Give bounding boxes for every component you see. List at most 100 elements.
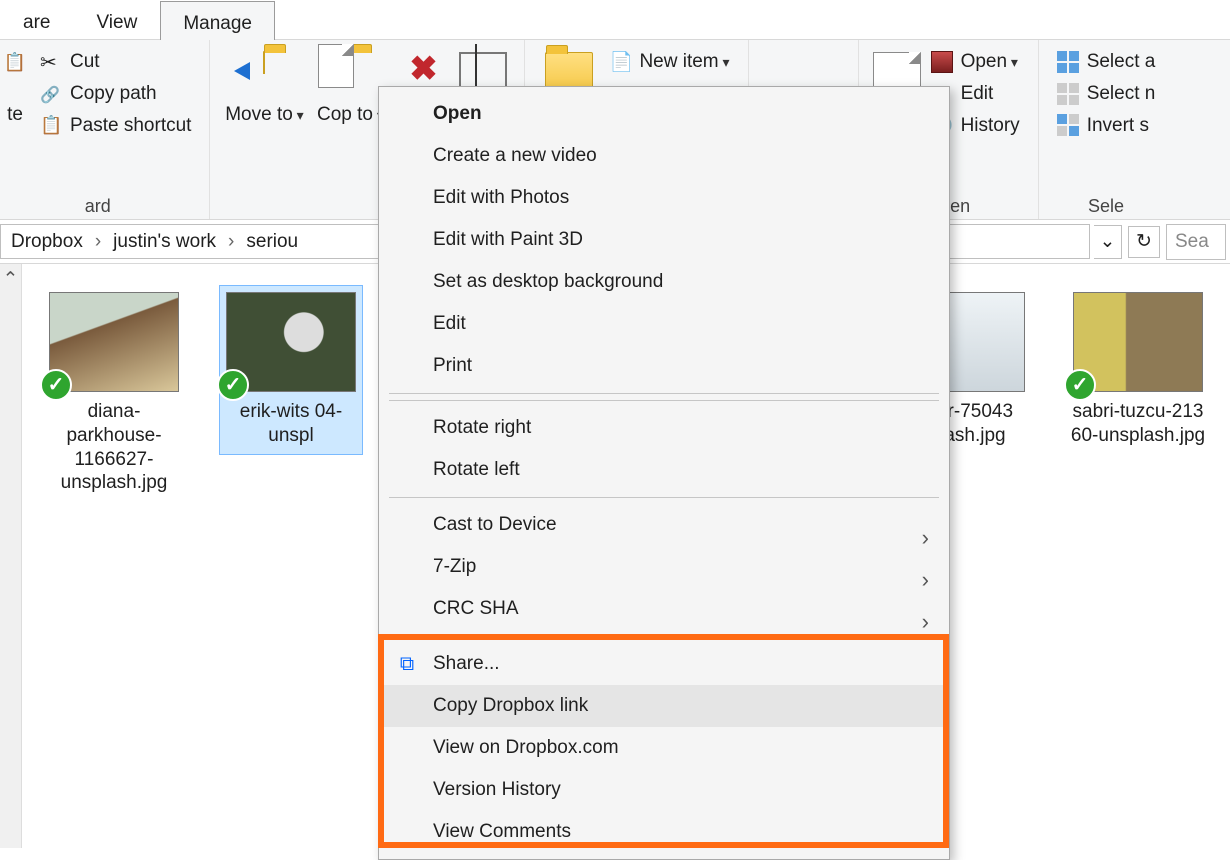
tab-label: are bbox=[23, 12, 50, 34]
sync-ok-icon: ✓ bbox=[217, 369, 249, 401]
ctx-version-history[interactable]: Version History bbox=[379, 769, 949, 811]
clipboard-icon bbox=[0, 52, 39, 100]
ctx-rotate-left[interactable]: Rotate left bbox=[379, 449, 949, 491]
ctx-rotate-right[interactable]: Rotate right bbox=[379, 407, 949, 449]
tab-strip: are View Manage bbox=[0, 0, 1230, 40]
address-history-dropdown[interactable]: ⌄ bbox=[1094, 225, 1122, 259]
select-none-button[interactable]: Select n bbox=[1053, 80, 1160, 108]
invert-icon bbox=[1057, 114, 1079, 136]
search-input[interactable]: Sea bbox=[1166, 224, 1226, 260]
ctx-label: Edit with Photos bbox=[433, 187, 569, 209]
move-to-label: Move to bbox=[225, 104, 304, 126]
ctx-copy-dropbox-link[interactable]: Copy Dropbox link bbox=[379, 685, 949, 727]
open-label: Open bbox=[961, 50, 1018, 74]
file-item[interactable]: ✓ sabri-tuzcu-213 60-unsplash.jpg bbox=[1070, 292, 1206, 448]
ctx-label: Copy Dropbox link bbox=[433, 695, 588, 717]
tab-manage[interactable]: Manage bbox=[160, 1, 275, 40]
open-button[interactable]: Open bbox=[927, 48, 1024, 76]
sync-ok-icon: ✓ bbox=[40, 369, 72, 401]
context-menu: Open Create a new video Edit with Photos… bbox=[378, 86, 950, 860]
ctx-create-video[interactable]: Create a new video bbox=[379, 135, 949, 177]
ctx-7zip[interactable]: 7-Zip bbox=[379, 546, 949, 588]
breadcrumb-part[interactable]: Dropbox bbox=[11, 231, 83, 253]
copy-path-button[interactable]: Copy path bbox=[36, 80, 195, 108]
paste-shortcut-label: Paste shortcut bbox=[70, 114, 191, 138]
ctx-label: Open bbox=[433, 103, 482, 125]
tab-label: View bbox=[96, 12, 137, 34]
move-to-button[interactable]: Move to bbox=[224, 48, 304, 130]
file-name: erik-wits 04-unspl bbox=[226, 400, 356, 448]
ctx-label: View on Dropbox.com bbox=[433, 737, 619, 759]
cut-button[interactable]: Cut bbox=[36, 48, 195, 76]
ctx-view-comments[interactable]: View Comments bbox=[379, 811, 949, 853]
copy-to-label: Cop to bbox=[317, 104, 384, 126]
ctx-label: 7-Zip bbox=[433, 556, 476, 578]
ctx-label: Rotate left bbox=[433, 459, 520, 481]
ctx-edit-photos[interactable]: Edit with Photos bbox=[379, 177, 949, 219]
paste-shortcut-button[interactable]: Paste shortcut bbox=[36, 112, 195, 140]
breadcrumb-part[interactable]: seriou bbox=[246, 231, 298, 253]
ctx-separator bbox=[389, 497, 939, 498]
paste-button[interactable]: te bbox=[0, 48, 30, 130]
search-placeholder: Sea bbox=[1175, 231, 1209, 253]
invert-label: Invert s bbox=[1087, 114, 1149, 138]
ribbon-group-title: Sele bbox=[1053, 192, 1160, 217]
ctx-label: Set as desktop background bbox=[433, 271, 663, 293]
tab-share[interactable]: are bbox=[0, 0, 73, 39]
file-thumbnail: ✓ bbox=[226, 292, 356, 392]
clipboard-icon bbox=[40, 114, 62, 136]
ctx-label: View Comments bbox=[433, 821, 571, 843]
breadcrumb-separator bbox=[89, 231, 107, 253]
ctx-label: CRC SHA bbox=[433, 598, 519, 620]
ctx-label: Cast to Device bbox=[433, 514, 557, 536]
new-item-icon: 📄 bbox=[609, 51, 631, 73]
ctx-label: Share... bbox=[433, 653, 500, 675]
open-icon bbox=[931, 51, 953, 73]
cut-label: Cut bbox=[70, 50, 100, 74]
folder-move-icon bbox=[240, 52, 288, 100]
refresh-button[interactable]: ↻ bbox=[1128, 226, 1160, 258]
ctx-separator bbox=[389, 400, 939, 401]
ctx-edit-paint3d[interactable]: Edit with Paint 3D bbox=[379, 219, 949, 261]
ctx-label: Edit with Paint 3D bbox=[433, 229, 583, 251]
ctx-label: Version History bbox=[433, 779, 561, 801]
ctx-dropbox-share[interactable]: ⧉ Share... bbox=[379, 643, 949, 685]
file-thumbnail: ✓ bbox=[49, 292, 179, 392]
tab-view[interactable]: View bbox=[73, 0, 160, 39]
path-icon bbox=[40, 83, 62, 105]
sync-ok-icon: ✓ bbox=[1064, 369, 1096, 401]
invert-selection-button[interactable]: Invert s bbox=[1053, 112, 1160, 140]
copy-path-label: Copy path bbox=[70, 82, 157, 106]
breadcrumb-separator bbox=[222, 231, 240, 253]
ctx-print[interactable]: Print bbox=[379, 345, 949, 387]
ctx-set-background[interactable]: Set as desktop background bbox=[379, 261, 949, 303]
select-all-button[interactable]: Select a bbox=[1053, 48, 1160, 76]
chevron-down-icon: ⌄ bbox=[1100, 230, 1116, 253]
ctx-separator bbox=[389, 636, 939, 637]
ctx-edit[interactable]: Edit bbox=[379, 303, 949, 345]
ctx-label: Edit bbox=[433, 313, 466, 335]
new-item-label: New item bbox=[639, 50, 729, 74]
ctx-view-on-dropbox[interactable]: View on Dropbox.com bbox=[379, 727, 949, 769]
file-name: sabri-tuzcu-213 60-unsplash.jpg bbox=[1070, 400, 1206, 448]
file-thumbnail: ✓ bbox=[1073, 292, 1203, 392]
edit-label: Edit bbox=[961, 82, 994, 106]
vertical-scrollbar[interactable]: ⌃ bbox=[0, 264, 22, 848]
ctx-crc-sha[interactable]: CRC SHA bbox=[379, 588, 949, 630]
ctx-open[interactable]: Open bbox=[379, 93, 949, 135]
ctx-separator bbox=[389, 393, 939, 394]
select-all-label: Select a bbox=[1087, 50, 1156, 74]
tab-label: Manage bbox=[183, 13, 252, 35]
scissors-icon bbox=[40, 51, 62, 73]
select-none-label: Select n bbox=[1087, 82, 1156, 106]
paste-label: te bbox=[7, 104, 23, 126]
history-label: History bbox=[961, 114, 1020, 138]
file-name: diana-parkhouse-1166627-unsplash.jpg bbox=[46, 400, 182, 495]
ribbon-group-clipboard: te Cut Copy path Paste shortcut ard bbox=[0, 40, 210, 219]
file-item[interactable]: ✓ diana-parkhouse-1166627-unsplash.jpg bbox=[46, 292, 182, 495]
new-item-button[interactable]: 📄 New item bbox=[605, 48, 733, 76]
file-item[interactable]: ✓ erik-wits 04-unspl bbox=[220, 286, 362, 454]
breadcrumb-part[interactable]: justin's work bbox=[113, 231, 216, 253]
select-all-icon bbox=[1057, 51, 1079, 73]
ctx-cast[interactable]: Cast to Device bbox=[379, 504, 949, 546]
